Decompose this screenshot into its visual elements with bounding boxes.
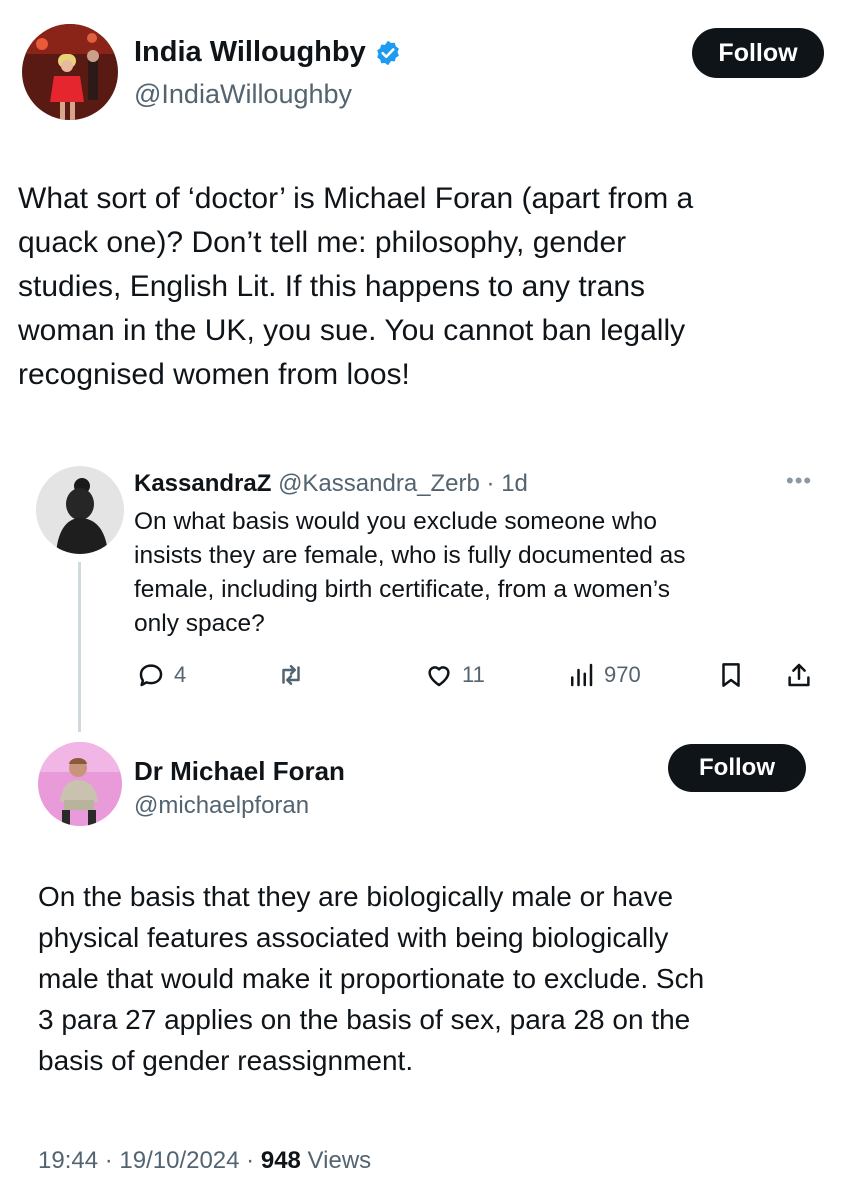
reply-count: 4	[174, 662, 187, 687]
reply-icon	[139, 664, 163, 687]
author-name[interactable]: India Willoughby	[134, 36, 402, 69]
author-handle[interactable]: @IndiaWilloughby	[134, 79, 352, 110]
more-options-icon[interactable]: •••	[786, 468, 812, 494]
views-action[interactable]: 970	[566, 660, 641, 690]
quoted-name[interactable]: KassandraZ	[134, 470, 271, 497]
verified-badge-icon	[376, 40, 399, 65]
view-count: 970	[604, 662, 641, 687]
follow-button[interactable]: Follow	[692, 28, 824, 78]
heart-icon	[428, 666, 450, 687]
thread-line	[78, 562, 81, 732]
reply-action[interactable]: 4	[136, 660, 186, 690]
tweet-footer: 19:44 · 19/10/2024 · 948 Views	[38, 1147, 371, 1175]
like-action[interactable]: 11	[424, 660, 485, 690]
author-name-text: India Willoughby	[134, 36, 366, 68]
retweet-action[interactable]	[276, 660, 306, 690]
bookmark-icon	[722, 663, 740, 687]
views-label: Views	[300, 1147, 372, 1174]
reply-text: On the basis that they are biologically …	[38, 881, 705, 1076]
share-icon	[788, 663, 810, 687]
reply-author-avatar[interactable]	[38, 742, 122, 826]
quoted-avatar[interactable]	[36, 466, 124, 554]
quoted-meta[interactable]: @Kassandra_Zerb · 1d	[278, 470, 528, 497]
share-action[interactable]	[784, 660, 814, 690]
quoted-header: KassandraZ @Kassandra_Zerb · 1d	[134, 470, 528, 498]
retweet-icon	[282, 665, 300, 685]
timestamp[interactable]: 19:44 · 19/10/2024 ·	[38, 1147, 261, 1174]
analytics-icon	[571, 663, 593, 687]
quoted-text: On what basis would you exclude someone …	[134, 508, 686, 637]
like-count: 11	[462, 662, 485, 687]
tweet-text: What sort of ‘doctor’ is Michael Foran (…	[18, 182, 694, 391]
author-avatar[interactable]	[22, 24, 118, 120]
reply-author-name[interactable]: Dr Michael Foran	[134, 756, 345, 787]
views-number: 948	[260, 1147, 301, 1174]
reply-author-handle[interactable]: @michaelpforan	[134, 792, 309, 820]
bookmark-action[interactable]	[716, 660, 746, 690]
reply-follow-button[interactable]: Follow	[668, 744, 806, 792]
